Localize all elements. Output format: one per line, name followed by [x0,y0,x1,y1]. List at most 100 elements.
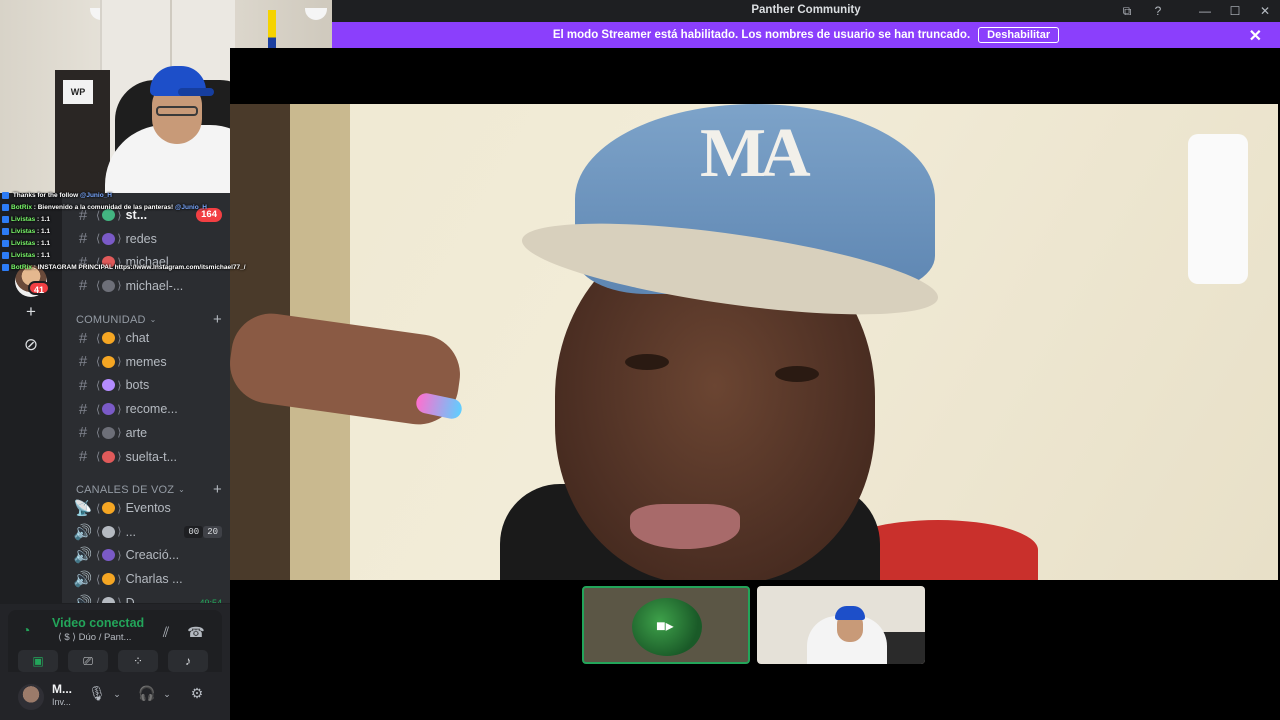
streamer-mode-message: El modo Streamer está habilitado. Los no… [552,29,971,41]
participant-mouth [630,504,740,549]
channel-item[interactable]: 🔊 ⟨ ⟩ Creació... [70,543,222,567]
voice-channel-label[interactable]: ⟨ $ ⟩ Dúo / Pant... [58,632,131,643]
channel-name: arte [125,425,148,440]
channel-item[interactable]: 🔊⟨⟩D...49:54 [70,591,222,603]
user-area: M... Inv... 🎙 ⌄ 🎧 ⌄ ⚙ [8,676,222,716]
headphones-icon[interactable]: 🎧 [136,685,158,702]
close-icon[interactable]: ✕ [1249,26,1262,46]
user-avatar[interactable] [18,684,44,710]
channel-emoji-icon: ⟨⟩ [96,332,122,345]
cast-icon[interactable]: ⧉ [1118,3,1136,19]
channel-emoji-icon: ⟨⟩ [96,502,122,515]
speaker-icon: 🔊 [70,594,96,603]
voice-channel-emoji: ⟨ $ ⟩ [58,632,76,643]
hash-icon: # [78,353,88,371]
main-video-feed[interactable]: MA [230,104,1278,580]
screen-share-button[interactable]: ⎚ [68,650,108,672]
chevron-down-icon: ⌄ [178,485,186,494]
channel-item[interactable]: # ⟨ ⟩ bots [70,373,222,397]
streamer-cap-brim [178,88,214,96]
channel-name: recome... [125,402,178,417]
microphone-icon[interactable]: 🎙 [86,685,108,702]
channel-emoji-icon: ⟨⟩ [96,573,122,586]
maximize-icon[interactable]: ☐ [1226,3,1244,19]
discover-icon[interactable]: ⊘ [19,334,43,358]
channel-item[interactable]: # ⟨ ⟩ redes [70,227,222,251]
voice-channel-name: Dúo / Pant... [78,632,132,643]
channel-item[interactable]: 📡 ⟨ ⟩ Eventos [70,496,222,520]
signal-icon[interactable]: ◔ [22,622,30,638]
user-name[interactable]: M... [52,682,72,696]
voice-user-limit: 00 20 [184,525,222,538]
channel-item[interactable]: 🔊 ⟨ ⟩... 00 20 [70,520,222,544]
channel-emoji-icon: ⟨⟩ [96,256,122,269]
server-mention-badge: 41 [28,281,51,295]
channel-emoji-icon: ⟨⟩ [96,450,122,463]
channel-emoji-icon: ⟨⟩ [96,355,122,369]
speaker-icon: 🔊 [73,571,93,589]
channel-item[interactable]: # ⟨ ⟩ recome... [70,397,222,421]
disable-streamer-mode-button[interactable]: Deshabilitar [978,27,1060,43]
channel-name: ... [125,524,137,539]
category-label: CANALES DE VOZ [76,483,175,496]
channel-emoji-icon: ⟨⟩ [96,549,122,562]
activities-button[interactable]: ⁘ [118,650,158,672]
background-shirt [1188,134,1248,284]
voice-status-label[interactable]: Video conectado [52,616,144,630]
speaker-icon: 📡 [73,500,93,517]
participant-eye [625,354,669,370]
channel-name: redes [125,231,157,246]
channel-emoji-icon: ⟨⟩ [96,279,122,292]
channel-item[interactable]: # ⟨ ⟩ chat [70,326,222,350]
channel-item[interactable]: 🔊 ⟨ ⟩ Charlas ... [70,567,222,591]
gear-icon[interactable]: ⚙ [186,685,208,702]
camera-toggle-button[interactable]: ▣ [18,650,58,672]
background-shelf: WP [55,70,110,193]
voice-limit-value: 20 [203,525,222,538]
hash-icon: # [78,230,88,247]
help-icon[interactable]: ? [1149,3,1167,19]
channel-item[interactable]: # ⟨ ⟩ michael [70,250,222,274]
channel-emoji-icon: ⟨⟩ [96,596,122,603]
channel-name: memes [125,354,167,369]
window-titlebar: Panther Community ⧉ ? — ☐ ✕ [332,0,1280,22]
channel-name: suelta-t... [125,449,178,464]
channel-emoji-icon: ⟨⟩ [96,403,122,416]
participant-tile-camera-off[interactable]: ■▸ [582,586,750,664]
channel-emoji-icon: ⟨⟩ [96,379,122,392]
channel-item[interactable]: # ⟨ ⟩ st... 164 [70,203,222,227]
channel-name: michael [125,255,169,269]
category-label: COMUNIDAD [76,313,146,326]
chevron-down-icon[interactable]: ⌄ [106,689,128,700]
voice-status-card: ◔ Video conectado ⟨ $ ⟩ Dúo / Pant... ⫽ … [8,610,222,672]
hash-icon: # [78,376,88,394]
channel-name: Charlas ... [125,572,183,587]
minimize-icon[interactable]: — [1196,3,1214,19]
video-stage: MA ■▸ [230,48,1280,720]
streamer-mode-banner: El modo Streamer está habilitado. Los no… [332,22,1280,48]
chevron-down-icon[interactable]: ⌄ [156,689,178,700]
chevron-down-icon: ⌄ [149,315,157,324]
noise-suppression-icon[interactable]: ⫽ [154,620,178,644]
close-window-icon[interactable]: ✕ [1256,3,1274,19]
participant-tile-streamer[interactable] [757,586,925,664]
streamer-glasses [156,106,198,116]
channel-name: chat [125,331,150,345]
tile-person-cap [835,606,865,620]
lamp-shape [305,8,327,20]
channel-name: D... [125,595,146,603]
channel-item[interactable]: # ⟨ ⟩ suelta-t... [70,445,222,469]
channel-item[interactable]: # ⟨ ⟩ michael-... [70,274,222,298]
mention-count-badge: 164 [196,208,222,222]
participant-eye [775,366,819,382]
channel-item[interactable]: # ⟨ ⟩ memes [70,350,222,374]
channel-emoji-icon: ⟨⟩ [96,426,122,440]
add-server-icon[interactable]: + [19,301,43,325]
channel-name: Creació... [125,548,180,563]
soundboard-button[interactable]: ♪ [168,650,208,672]
channel-item[interactable]: # ⟨ ⟩ arte [70,421,222,445]
hash-icon: # [78,448,88,465]
disconnect-icon[interactable]: ☎ [184,620,208,644]
user-status: Inv... [52,697,71,707]
channel-list: # ⟨ ⟩ st... 164 # ⟨ ⟩ redes # ⟨ ⟩ michael # ⟨ ⟩ michael-… [62,193,230,603]
